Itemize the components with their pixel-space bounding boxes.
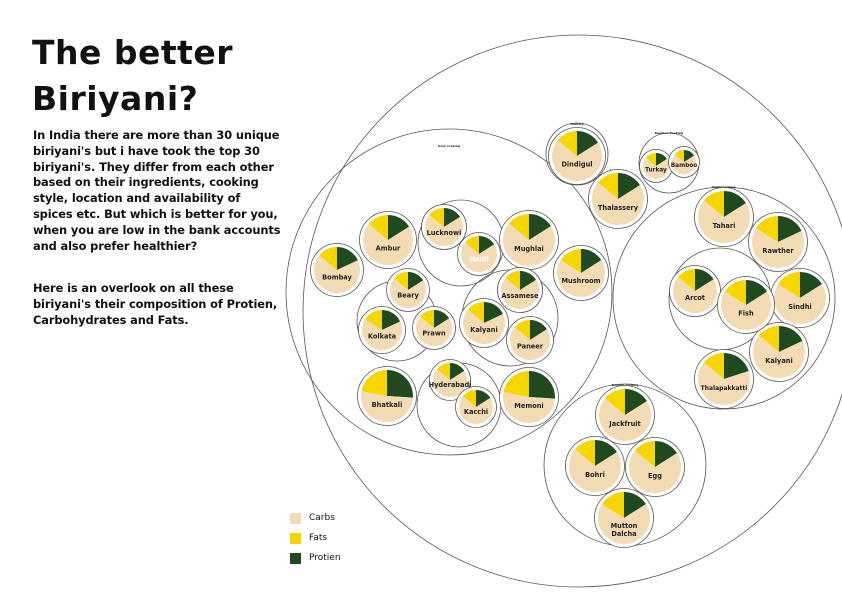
pie-label-egg: Egg [648,472,662,480]
pie-label-lucknowi: Lucknowi [427,229,462,237]
pie-label-turkay: Turkay [645,167,667,173]
legend-item-carbs: Carbs [290,508,341,528]
legend-item-protein: Protien [290,548,341,568]
pie-label-tahari: Tahari [713,222,736,230]
group-label-bamboo: Bamboo Cooking [655,131,683,135]
pie-label-thalassery: Thalassery [598,204,639,212]
legend-swatch-carbs [290,512,301,524]
pie-label-paneer: Paneer [517,342,544,350]
pie-label-kolkata: Kolkata [368,332,396,340]
group-label-dum-cooking: Dum cooking [438,144,460,148]
pie-label-jackfruit: Jackfruit [608,420,640,428]
pie-label-assamese: Assamese [501,292,539,300]
group-label-dindigul: Dum/Kg [570,122,583,126]
pie-label-memoni: Memoni [514,402,543,410]
slice-protein-bhatkali [387,370,413,398]
pie-label-beary: Beary [397,292,419,300]
pie-label-mushroom: Mushroom [561,277,600,285]
legend-label-fats: Fats [309,533,328,543]
pie-label-hyderabadi: Hyderabadi [429,381,472,389]
legend-label-carbs: Carbs [309,513,335,523]
slice-protein-memoni [529,371,555,399]
pie-label-fish: Fish [738,310,754,318]
pie-label-kalyani: Kalyani [470,326,498,334]
pie-label-bamboo: Bamboo [671,163,698,169]
pie-label-bohri: Bohri [585,471,605,479]
pie-label-haidi: Haidi [469,256,488,264]
pie-label-mughlai: Mughlai [514,245,544,253]
pie-label-bombay: Bombay [322,274,352,282]
pie-label-ambur: Ambur [376,245,401,253]
biriyani-circle-pack-chart: Dum cooking Ambur Bombay Mughlai Mushroom Bha… [285,34,842,588]
pie-label-sindhi: Sindhi [788,303,811,311]
pie-label-mutton-dalcha: Mutton Dalcha [611,522,638,538]
pie-label-arcot: Arcot [685,294,705,302]
chart-legend: Carbs Fats Protien [290,508,341,568]
pie-label-dindigul: Dindigul [561,161,592,169]
pie-label-kalyani: Kalyani [765,357,793,365]
legend-swatch-protein [290,552,301,564]
pie-label-prawn: Prawn [422,330,446,338]
pie-label-bhatkali: Bhatkali [372,401,403,409]
pie-label-thalapakkatti: Thalapakkatti [701,385,748,392]
legend-swatch-fats [290,532,301,544]
legend-label-protein: Protien [309,553,341,563]
pie-label-kacchi: Kacchi [464,408,488,416]
pie-label-rawther: Rawther [762,247,794,255]
legend-item-fats: Fats [290,528,341,548]
